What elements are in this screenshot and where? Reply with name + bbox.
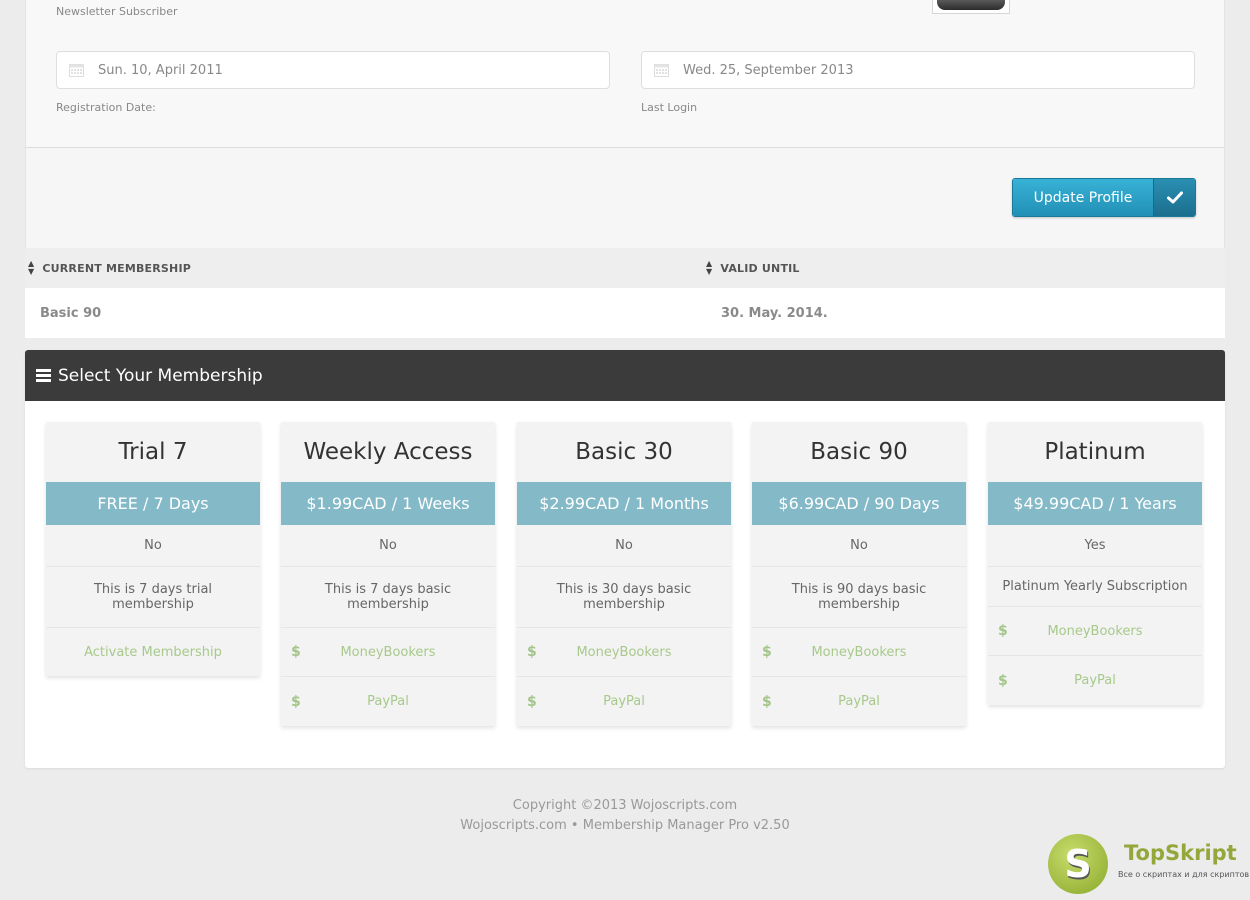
plan-name: Weekly Access: [303, 439, 473, 465]
dollar-icon: $: [998, 672, 1008, 689]
plan-card-weekly-access: Weekly Access $1.99CAD / 1 Weeks No This…: [281, 422, 495, 726]
gateway-label: MoneyBookers: [340, 644, 436, 660]
topskript-watermark-logo: S TopSkript Все о скриптах и для скрипто…: [1046, 832, 1250, 894]
plan-description: Platinum Yearly Subscription: [988, 567, 1202, 607]
activate-membership-link[interactable]: Activate Membership: [46, 628, 260, 676]
gateway-label: PayPal: [838, 694, 880, 709]
dollar-icon: $: [291, 644, 301, 660]
table-row: Basic 90 30. May. 2014.: [25, 288, 1225, 338]
plan-price: $2.99CAD / 1 Months: [517, 482, 731, 525]
plan-recurring: No: [752, 525, 966, 567]
copyright-text: Copyright ©2013 Wojoscripts.com: [512, 798, 738, 813]
plan-description-line: This is 7 days trial: [93, 582, 213, 597]
calendar-icon: [654, 63, 669, 77]
plan-description-line: membership: [347, 597, 429, 612]
logo-letter: S: [1048, 834, 1108, 894]
valid-until-cell: 30. May. 2014.: [721, 305, 828, 321]
dollar-icon: $: [762, 644, 772, 660]
footer: Copyright ©2013 Wojoscripts.com Wojoscri…: [0, 796, 1250, 836]
logo-brand-text: TopSkript: [1124, 841, 1237, 865]
gateway-label: MoneyBookers: [576, 644, 672, 660]
plan-price: FREE / 7 Days: [46, 482, 260, 525]
plan-description-line: This is 90 days basic: [791, 582, 927, 597]
dollar-icon: $: [527, 693, 537, 710]
plan-price: $49.99CAD / 1 Years: [988, 482, 1202, 525]
gateway-label: PayPal: [367, 694, 409, 709]
update-profile-label: Update Profile: [1013, 179, 1153, 216]
gateway-label: PayPal: [603, 694, 645, 709]
moneybookers-link[interactable]: $ MoneyBookers: [752, 628, 966, 677]
gateway-label: PayPal: [1074, 673, 1116, 688]
last-login-value: Wed. 25, September 2013: [683, 62, 854, 78]
plan-description-line: membership: [818, 597, 900, 612]
table-header: ▲ ▼ CURRENT MEMBERSHIP ▲ ▼ VALID UNTIL: [25, 248, 1225, 288]
logo-tagline: Все о скриптах и для скриптов...: [1118, 870, 1250, 879]
plan-recurring: Yes: [988, 525, 1202, 567]
plan-price: $1.99CAD / 1 Weeks: [281, 482, 495, 525]
panel-title: Select Your Membership: [58, 365, 263, 386]
last-login-label: Last Login: [641, 101, 698, 114]
plan-description-line: membership: [112, 597, 194, 612]
plan-description: This is 90 days basic membership: [752, 567, 966, 628]
panel-header: Select Your Membership: [25, 350, 1225, 401]
moneybookers-link[interactable]: $ MoneyBookers: [988, 607, 1202, 656]
column-header-label: VALID UNTIL: [720, 261, 800, 275]
registration-date-field[interactable]: Sun. 10, April 2011: [56, 51, 610, 89]
avatar: [932, 0, 1010, 14]
select-membership-panel: Select Your Membership Trial 7 FREE / 7 …: [25, 350, 1225, 768]
registration-date-value: Sun. 10, April 2011: [98, 62, 223, 78]
plan-name: Trial 7: [118, 439, 188, 465]
plan-price: $6.99CAD / 90 Days: [752, 482, 966, 525]
plan-name: Basic 90: [810, 439, 908, 465]
plan-description: This is 30 days basic membership: [517, 567, 731, 628]
moneybookers-link[interactable]: $ MoneyBookers: [281, 628, 495, 677]
plan-card-basic-90: Basic 90 $6.99CAD / 90 Days No This is 9…: [752, 422, 966, 726]
plan-description-line: Platinum Yearly Subscription: [1002, 579, 1188, 594]
plan-recurring: No: [281, 525, 495, 567]
paypal-link[interactable]: $ PayPal: [281, 677, 495, 726]
current-membership-table: ▲ ▼ CURRENT MEMBERSHIP ▲ ▼ VALID UNTIL Bas…: [25, 248, 1225, 338]
plan-description: This is 7 days basic membership: [281, 567, 495, 628]
gateway-label: MoneyBookers: [811, 644, 907, 660]
menu-icon: [36, 367, 51, 384]
plan-name: Platinum: [1044, 439, 1146, 465]
membership-cell: Basic 90: [40, 305, 102, 321]
calendar-icon: [69, 63, 84, 77]
plan-recurring: No: [517, 525, 731, 567]
plan-description-line: membership: [583, 597, 665, 612]
dollar-icon: $: [998, 623, 1008, 639]
dollar-icon: $: [762, 693, 772, 710]
column-header-membership[interactable]: ▲ ▼ CURRENT MEMBERSHIP: [25, 260, 706, 276]
sort-icon: ▲ ▼: [28, 259, 35, 276]
registration-date-label: Registration Date:: [56, 101, 156, 114]
plan-description-line: This is 30 days basic: [556, 582, 692, 597]
dollar-icon: $: [291, 693, 301, 710]
last-login-field[interactable]: Wed. 25, September 2013: [641, 51, 1195, 89]
plan-card-platinum: Platinum $49.99CAD / 1 Years Yes Platinu…: [988, 422, 1202, 705]
profile-card: Newsletter Subscriber Sun. 10, April 201…: [25, 0, 1225, 148]
column-header-valid-until[interactable]: ▲ ▼ VALID UNTIL: [706, 260, 800, 276]
moneybookers-link[interactable]: $ MoneyBookers: [517, 628, 731, 677]
plan-card-basic-30: Basic 30 $2.99CAD / 1 Months No This is …: [517, 422, 731, 726]
plan-name: Basic 30: [575, 439, 673, 465]
paypal-link[interactable]: $ PayPal: [517, 677, 731, 726]
update-profile-button[interactable]: Update Profile: [1012, 178, 1196, 217]
paypal-link[interactable]: $ PayPal: [752, 677, 966, 726]
column-header-label: CURRENT MEMBERSHIP: [42, 261, 192, 275]
checkmark-icon: [1153, 179, 1195, 216]
paypal-link[interactable]: $ PayPal: [988, 656, 1202, 705]
plan-card-trial-7: Trial 7 FREE / 7 Days No This is 7 days …: [46, 422, 260, 676]
newsletter-label: Newsletter Subscriber: [56, 5, 178, 18]
sort-icon: ▲ ▼: [706, 259, 713, 276]
plan-recurring: No: [46, 525, 260, 567]
dollar-icon: $: [527, 644, 537, 660]
gateway-label: MoneyBookers: [1047, 623, 1143, 639]
form-action-bar: Update Profile: [25, 148, 1225, 248]
plan-description: This is 7 days trial membership: [46, 567, 260, 628]
plan-description-line: This is 7 days basic: [324, 582, 452, 597]
